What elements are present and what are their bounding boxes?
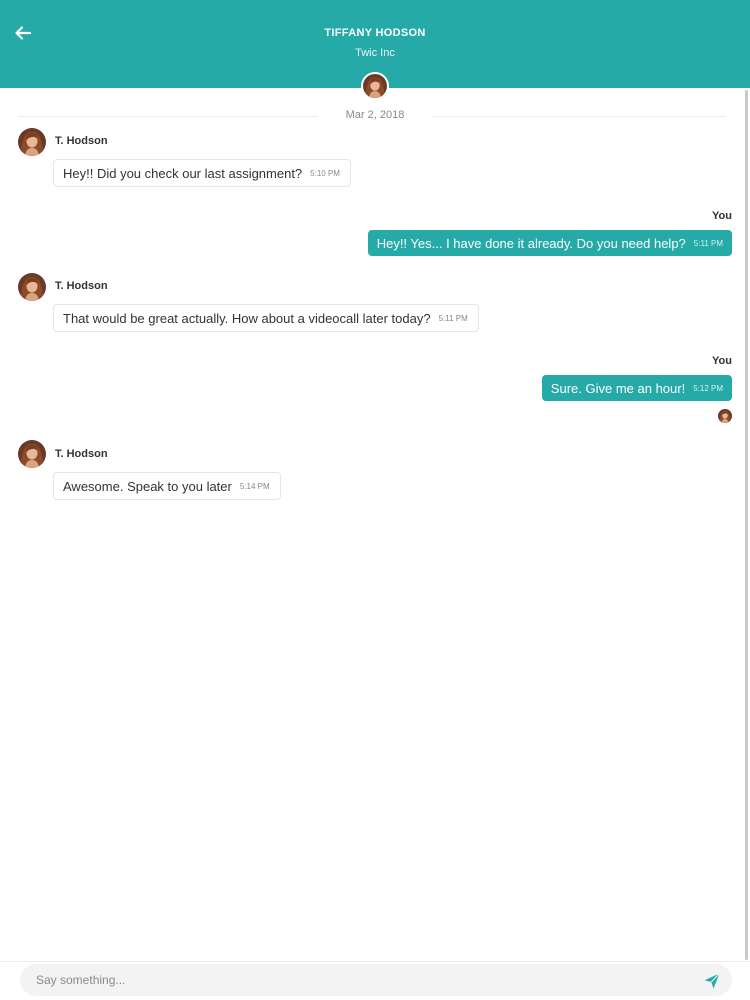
message-time: 5:12 PM [693,383,723,393]
sender-avatar[interactable] [18,128,46,156]
sender-name-you: You [712,355,732,367]
date-divider: Mar 2, 2018 [18,108,726,124]
message-time: 5:14 PM [239,481,270,491]
contact-name: TIFFANY HODSON [324,27,426,39]
divider-line [432,116,726,117]
message-bubble-incoming[interactable]: That would be great actually. How about … [53,304,479,332]
send-icon [704,973,720,989]
composer-divider [0,961,750,962]
message-text: Sure. Give me an hour! [550,380,686,396]
sender-avatar[interactable] [18,440,46,468]
send-button[interactable] [703,972,721,990]
scrollbar[interactable] [745,90,748,960]
message-time: 5:11 PM [693,238,723,248]
sender-name: T. Hodson [55,135,108,147]
message-composer [20,964,732,996]
date-label: Mar 2, 2018 [345,109,405,121]
contact-company: Twic Inc [355,47,395,59]
message-input[interactable] [36,964,676,996]
sender-name-you: You [712,210,732,222]
message-text: Awesome. Speak to you later [63,478,232,494]
sender-name: T. Hodson [55,280,108,292]
message-bubble-outgoing[interactable]: Sure. Give me an hour! 5:12 PM [541,375,732,401]
message-bubble-incoming[interactable]: Awesome. Speak to you later 5:14 PM [53,472,281,500]
message-time: 5:11 PM [438,313,468,323]
message-bubble-outgoing[interactable]: Hey!! Yes... I have done it already. Do … [367,230,732,256]
read-receipt-avatar [718,409,732,423]
sender-avatar[interactable] [18,273,46,301]
sender-name: T. Hodson [55,448,108,460]
message-text: That would be great actually. How about … [63,310,431,326]
divider-line [18,116,318,117]
message-time: 5:10 PM [310,168,340,178]
contact-avatar[interactable] [361,72,389,100]
message-text: Hey!! Did you check our last assignment? [63,165,303,181]
message-bubble-incoming[interactable]: Hey!! Did you check our last assignment?… [53,159,351,187]
message-text: Hey!! Yes... I have done it already. Do … [376,235,686,251]
